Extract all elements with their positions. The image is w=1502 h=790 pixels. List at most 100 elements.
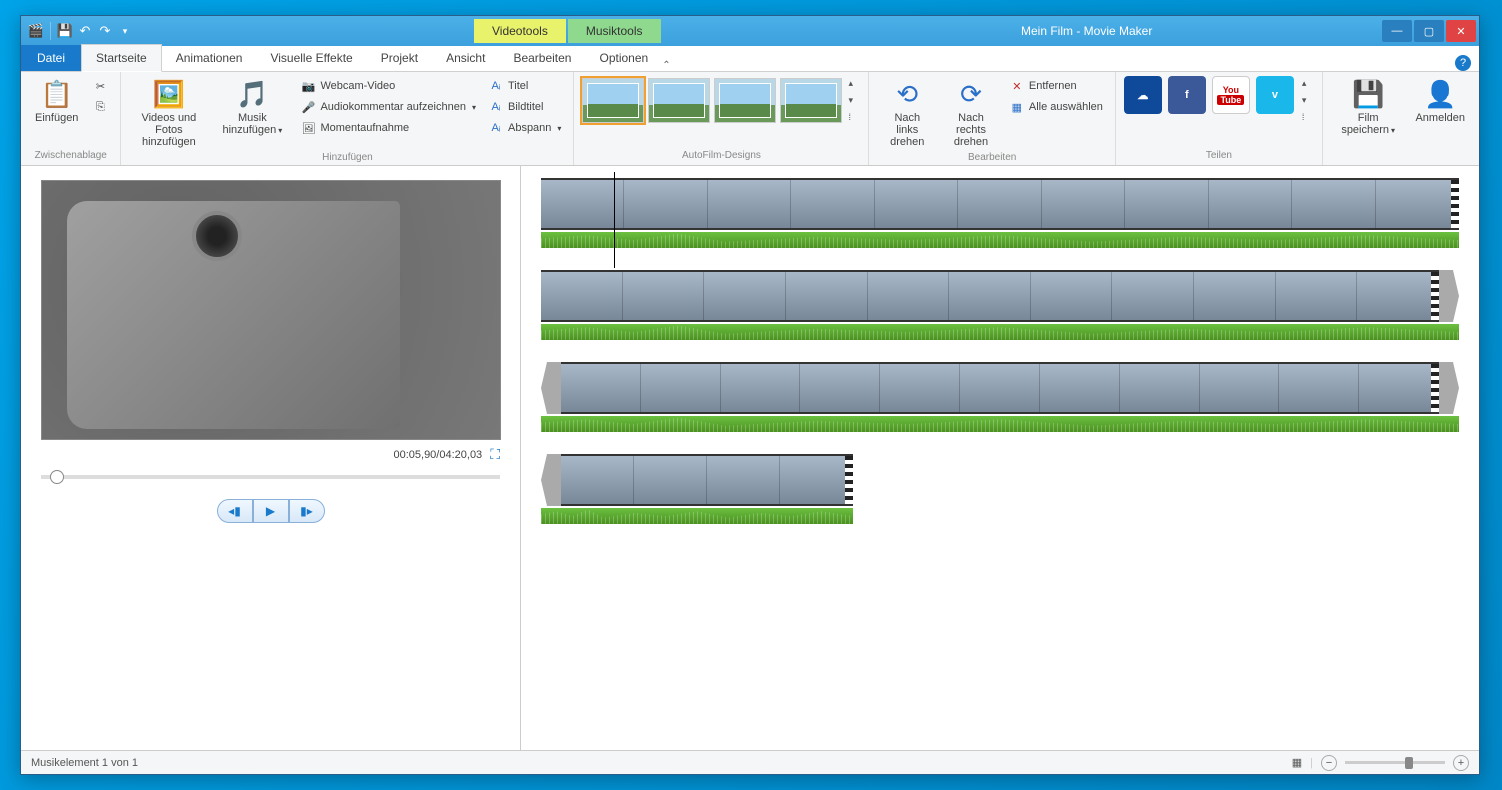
audio-track-2[interactable] bbox=[541, 324, 1459, 340]
window-title: Mein Film - Movie Maker bbox=[1021, 24, 1152, 38]
rotate-left-icon: ⟲ bbox=[891, 78, 923, 110]
design-thumb-1[interactable] bbox=[582, 78, 644, 123]
timeline-row-3[interactable] bbox=[541, 362, 1459, 432]
next-frame-button[interactable]: ▮▸ bbox=[289, 499, 325, 523]
share-down-icon[interactable]: ▾ bbox=[1300, 93, 1314, 108]
ribbon-tabs: Datei Startseite Animationen Visuelle Ef… bbox=[21, 46, 1479, 72]
copy-button[interactable]: ⎘ bbox=[88, 97, 112, 117]
group-autodesigns-label: AutoFilm-Designs bbox=[582, 148, 860, 163]
tab-projekt[interactable]: Projekt bbox=[367, 45, 432, 71]
snapshot-button[interactable]: 🖼Momentaufnahme bbox=[296, 118, 480, 138]
minimize-button[interactable]: — bbox=[1382, 20, 1412, 42]
seek-slider[interactable] bbox=[41, 475, 500, 479]
preview-pane: 00:05,90/04:20,03 ⛶ ◂▮ ▶ ▮▸ bbox=[21, 166, 521, 750]
tab-optionen[interactable]: Optionen bbox=[585, 45, 662, 71]
zoom-thumb[interactable] bbox=[1405, 757, 1413, 769]
save-icon[interactable]: 💾 bbox=[56, 22, 74, 40]
video-preview[interactable] bbox=[41, 180, 501, 440]
paste-button[interactable]: 📋 Einfügen bbox=[29, 76, 84, 126]
selectall-button[interactable]: ▦Alle auswählen bbox=[1005, 97, 1107, 117]
signin-button[interactable]: 👤 Anmelden bbox=[1409, 76, 1471, 126]
gallery-up-icon[interactable]: ▴ bbox=[846, 76, 860, 91]
musictools-tab[interactable]: Musiktools bbox=[568, 19, 661, 43]
share-more-icon[interactable]: ⁞ bbox=[1300, 110, 1314, 124]
rotate-left-button[interactable]: ⟲ Nach links drehen bbox=[877, 76, 937, 150]
onedrive-button[interactable]: ☁ bbox=[1124, 76, 1162, 114]
close-button[interactable]: ✕ bbox=[1446, 20, 1476, 42]
title-button[interactable]: AᵢTitel bbox=[484, 76, 565, 96]
copy-icon: ⎘ bbox=[92, 99, 108, 115]
add-music-button[interactable]: 🎵 Musik hinzufügen▾ bbox=[212, 76, 292, 138]
seek-thumb[interactable] bbox=[50, 470, 64, 484]
gallery-more-icon[interactable]: ⁞ bbox=[846, 110, 860, 124]
videotools-tab[interactable]: Videotools bbox=[474, 19, 566, 43]
title-icon: Aᵢ bbox=[488, 78, 504, 94]
zoom-out-button[interactable]: − bbox=[1321, 755, 1337, 771]
quick-access-toolbar: 🎬 💾 ↶ ↷ ▾ bbox=[23, 22, 134, 40]
zoom-slider[interactable] bbox=[1345, 761, 1445, 764]
design-thumb-4[interactable] bbox=[780, 78, 842, 123]
facebook-button[interactable]: f bbox=[1168, 76, 1206, 114]
design-thumb-3[interactable] bbox=[714, 78, 776, 123]
time-display: 00:05,90/04:20,03 bbox=[393, 449, 482, 461]
undo-icon[interactable]: ↶ bbox=[76, 22, 94, 40]
photos-icon: 🖼️ bbox=[153, 78, 185, 110]
save-film-button[interactable]: 💾 Film speichern▾ bbox=[1331, 76, 1406, 138]
caption-button[interactable]: AᵢBildtitel bbox=[484, 97, 565, 117]
fullscreen-icon[interactable]: ⛶ bbox=[490, 446, 500, 463]
playhead[interactable] bbox=[614, 172, 615, 268]
paste-label: Einfügen bbox=[35, 112, 78, 124]
app-window: 🎬 💾 ↶ ↷ ▾ Videotools Musiktools Mein Fil… bbox=[20, 15, 1480, 775]
group-add-label: Hinzufügen bbox=[129, 150, 565, 165]
timeline-pane[interactable] bbox=[521, 166, 1479, 750]
zoom-in-button[interactable]: + bbox=[1453, 755, 1469, 771]
add-videos-button[interactable]: 🖼️ Videos und Fotos hinzufügen bbox=[129, 76, 208, 150]
timeline-row-4[interactable] bbox=[541, 454, 853, 524]
tab-startseite[interactable]: Startseite bbox=[81, 44, 162, 72]
credits-button[interactable]: AᵢAbspann▾ bbox=[484, 118, 565, 138]
caption-icon: Aᵢ bbox=[488, 99, 504, 115]
audiorecord-button[interactable]: 🎤Audiokommentar aufzeichnen▾ bbox=[296, 97, 480, 117]
redo-icon[interactable]: ↷ bbox=[96, 22, 114, 40]
timeline-row-1[interactable] bbox=[541, 178, 1459, 248]
youtube-button[interactable]: YouTube bbox=[1212, 76, 1250, 114]
credits-icon: Aᵢ bbox=[488, 120, 504, 136]
gallery-down-icon[interactable]: ▾ bbox=[846, 93, 860, 108]
tab-ansicht[interactable]: Ansicht bbox=[432, 45, 499, 71]
autofilm-gallery[interactable]: ▴ ▾ ⁞ bbox=[582, 76, 860, 124]
play-button[interactable]: ▶ bbox=[253, 499, 289, 523]
group-edit-label: Bearbeiten bbox=[877, 150, 1106, 165]
webcam-button[interactable]: 📷Webcam-Video bbox=[296, 76, 480, 96]
view-toggle-icon[interactable]: ▦ bbox=[1292, 756, 1302, 769]
audio-track-4[interactable] bbox=[541, 508, 853, 524]
timeline-row-2[interactable] bbox=[541, 270, 1459, 340]
selectall-icon: ▦ bbox=[1009, 99, 1025, 115]
scissors-icon: ✂ bbox=[92, 78, 108, 94]
audio-track-3[interactable] bbox=[541, 416, 1459, 432]
share-up-icon[interactable]: ▴ bbox=[1300, 76, 1314, 91]
tab-visuelle-effekte[interactable]: Visuelle Effekte bbox=[256, 45, 366, 71]
rotate-left-label: Nach links drehen bbox=[883, 112, 931, 148]
maximize-button[interactable]: ▢ bbox=[1414, 20, 1444, 42]
group-clipboard-label: Zwischenablage bbox=[29, 148, 112, 163]
tab-bearbeiten[interactable]: Bearbeiten bbox=[499, 45, 585, 71]
collapse-ribbon-icon[interactable]: ⌃ bbox=[662, 60, 670, 71]
audio-track-1[interactable] bbox=[541, 232, 1459, 248]
add-videos-label: Videos und Fotos hinzufügen bbox=[135, 112, 202, 148]
vimeo-button[interactable]: v bbox=[1256, 76, 1294, 114]
prev-frame-button[interactable]: ◂▮ bbox=[217, 499, 253, 523]
design-thumb-2[interactable] bbox=[648, 78, 710, 123]
save-film-label: Film speichern▾ bbox=[1337, 112, 1400, 136]
help-icon[interactable]: ? bbox=[1455, 55, 1471, 71]
tab-file[interactable]: Datei bbox=[21, 45, 81, 71]
rotate-right-label: Nach rechts drehen bbox=[947, 112, 995, 148]
remove-button[interactable]: ✕Entfernen bbox=[1005, 76, 1107, 96]
app-icon: 🎬 bbox=[27, 22, 45, 40]
rotate-right-button[interactable]: ⟳ Nach rechts drehen bbox=[941, 76, 1001, 150]
qat-dropdown-icon[interactable]: ▾ bbox=[116, 22, 134, 40]
music-note-icon: 🎵 bbox=[236, 78, 268, 110]
cut-button[interactable]: ✂ bbox=[88, 76, 112, 96]
add-music-label: Musik hinzufügen▾ bbox=[218, 112, 286, 136]
transition-in-icon bbox=[541, 362, 561, 414]
tab-animationen[interactable]: Animationen bbox=[162, 45, 257, 71]
